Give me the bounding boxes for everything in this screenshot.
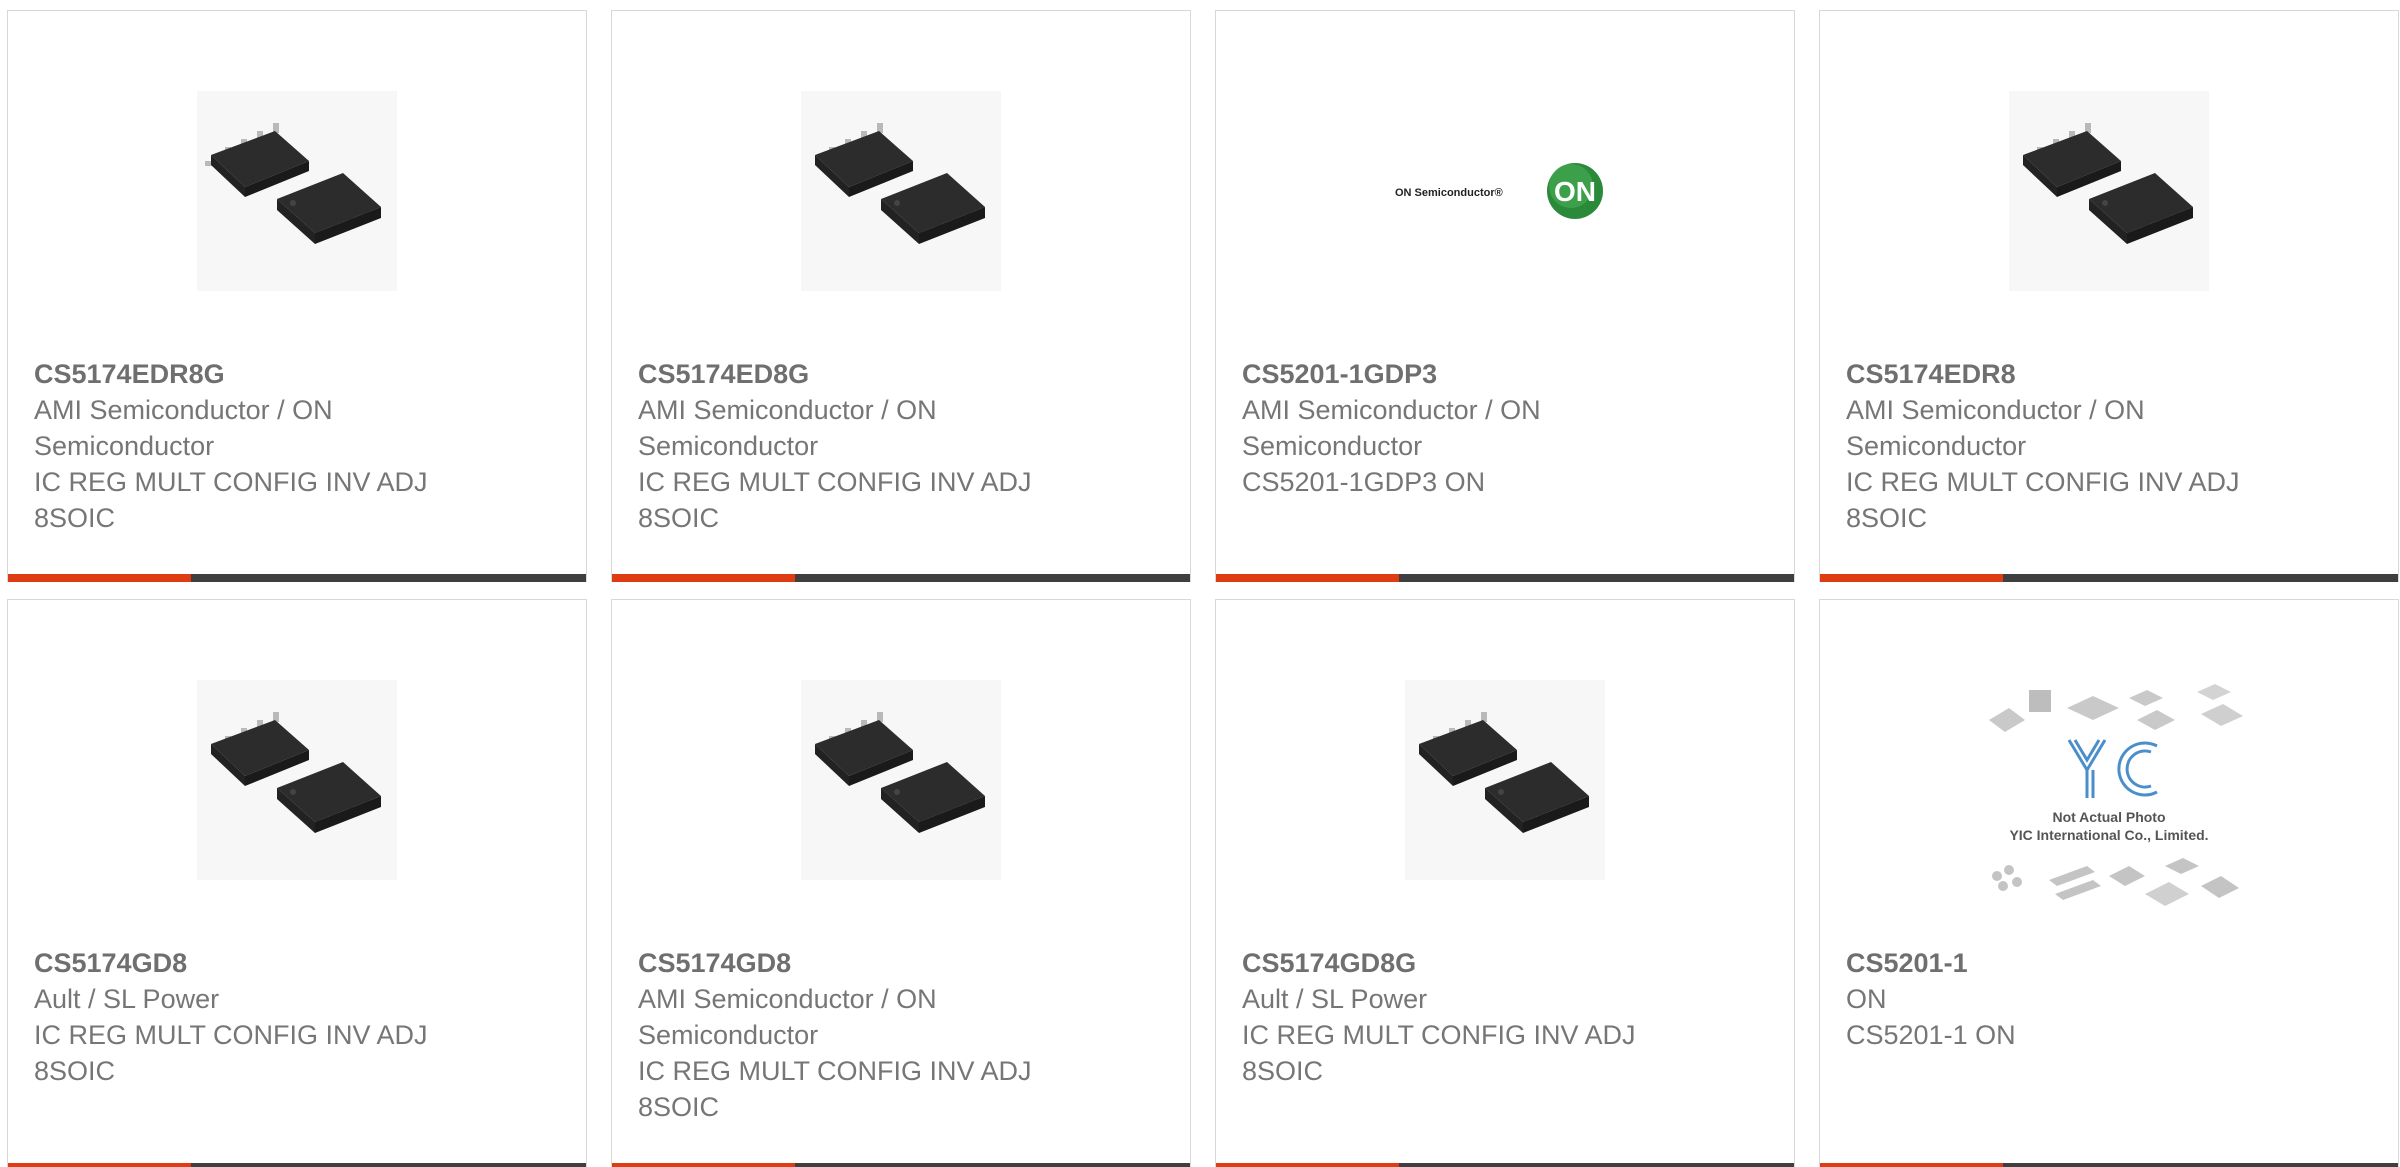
manufacturer-cont: Semiconductor: [1846, 431, 2027, 461]
on-badge-icon: ON: [1554, 176, 1596, 207]
part-number-link[interactable]: CS5201-1: [1846, 945, 2286, 981]
card-bottom-bar: [1216, 574, 1794, 582]
product-image[interactable]: [612, 51, 1190, 331]
manufacturer-cont: Semiconductor: [638, 1020, 819, 1050]
manufacturer-cont: Semiconductor: [638, 431, 819, 461]
manufacturer: AMI Semiconductor / ON: [1242, 395, 1541, 425]
description-cont: 8SOIC: [638, 1092, 720, 1122]
manufacturer: Ault / SL Power: [1242, 984, 1428, 1014]
part-number-link[interactable]: CS5174GD8: [34, 945, 474, 981]
on-semiconductor-logo: ON Semiconductor® ON: [1395, 163, 1603, 219]
product-card[interactable]: CS5174GD8 AMI Semiconductor / ON Semicon…: [611, 599, 1191, 1167]
product-image[interactable]: ON Semiconductor® ON: [1216, 51, 1794, 331]
product-info: CS5201-1 ON CS5201-1 ON: [1846, 945, 2286, 1053]
product-card[interactable]: ON Semiconductor® ON CS5201-1GDP3 AMI Se…: [1215, 10, 1795, 582]
product-info: CS5174EDR8 AMI Semiconductor / ON Semico…: [1846, 356, 2286, 536]
description-cont: 8SOIC: [638, 503, 720, 533]
product-card[interactable]: Not Actual Photo YIC International Co., …: [1819, 599, 2399, 1167]
product-card[interactable]: CS5174ED8G AMI Semiconductor / ON Semico…: [611, 10, 1191, 582]
product-card[interactable]: CS5174GD8 Ault / SL Power IC REG MULT CO…: [7, 599, 587, 1167]
product-image[interactable]: [8, 51, 586, 331]
manufacturer: AMI Semiconductor / ON: [638, 984, 937, 1014]
card-accent-bar: [8, 1163, 191, 1167]
product-image[interactable]: [1216, 640, 1794, 920]
product-info: CS5174EDR8G AMI Semiconductor / ON Semic…: [34, 356, 474, 536]
product-info: CS5201-1GDP3 AMI Semiconductor / ON Semi…: [1242, 356, 1682, 500]
description-cont: 8SOIC: [34, 503, 116, 533]
product-card[interactable]: CS5174EDR8G AMI Semiconductor / ON Semic…: [7, 10, 587, 582]
part-number-link[interactable]: CS5174GD8: [638, 945, 1078, 981]
part-number-link[interactable]: CS5174GD8G: [1242, 945, 1682, 981]
card-bottom-bar: [8, 574, 586, 582]
manufacturer: AMI Semiconductor / ON: [638, 395, 937, 425]
product-info: CS5174GD8 Ault / SL Power IC REG MULT CO…: [34, 945, 474, 1089]
description: CS5201-1GDP3 ON: [1242, 467, 1486, 497]
manufacturer-cont: Semiconductor: [34, 431, 215, 461]
logo-wordmark: ON Semiconductor®: [1395, 187, 1503, 199]
part-number-link[interactable]: CS5174EDR8G: [34, 356, 474, 392]
manufacturer: AMI Semiconductor / ON: [1846, 395, 2145, 425]
product-card[interactable]: CS5174GD8G Ault / SL Power IC REG MULT C…: [1215, 599, 1795, 1167]
description-cont: 8SOIC: [1242, 1056, 1324, 1086]
description: IC REG MULT CONFIG INV ADJ: [1846, 467, 2240, 497]
product-info: CS5174GD8G Ault / SL Power IC REG MULT C…: [1242, 945, 1682, 1089]
card-bottom-bar: [1820, 1163, 2398, 1167]
card-bottom-bar: [8, 1163, 586, 1167]
product-image[interactable]: [612, 640, 1190, 920]
card-bottom-bar: [1216, 1163, 1794, 1167]
description: IC REG MULT CONFIG INV ADJ: [34, 1020, 428, 1050]
soic8-chip-image: [197, 680, 397, 880]
description-cont: 8SOIC: [34, 1056, 116, 1086]
product-image[interactable]: [8, 640, 586, 920]
product-info: CS5174GD8 AMI Semiconductor / ON Semicon…: [638, 945, 1078, 1125]
card-bottom-bar: [612, 1163, 1190, 1167]
yic-company-label: YIC International Co., Limited.: [2009, 827, 2208, 843]
product-info: CS5174ED8G AMI Semiconductor / ON Semico…: [638, 356, 1078, 536]
soic8-chip-image: [1405, 680, 1605, 880]
description: IC REG MULT CONFIG INV ADJ: [34, 467, 428, 497]
product-image[interactable]: Not Actual Photo YIC International Co., …: [1820, 680, 2398, 920]
description: IC REG MULT CONFIG INV ADJ: [638, 1056, 1032, 1086]
soic8-chip-image: [801, 91, 1001, 291]
card-accent-bar: [612, 574, 795, 582]
card-bottom-bar: [1820, 574, 2398, 582]
description: CS5201-1 ON: [1846, 1020, 2016, 1050]
description-cont: 8SOIC: [1846, 503, 1928, 533]
product-image[interactable]: [1820, 51, 2398, 331]
card-accent-bar: [1216, 574, 1399, 582]
soic8-chip-image: [801, 680, 1001, 880]
not-actual-photo-label: Not Actual Photo: [2052, 809, 2165, 825]
part-number-link[interactable]: CS5174ED8G: [638, 356, 1078, 392]
soic8-chip-image: [197, 91, 397, 291]
card-accent-bar: [1820, 1163, 2003, 1167]
manufacturer: AMI Semiconductor / ON: [34, 395, 333, 425]
soic8-chip-image: [2009, 91, 2209, 291]
card-accent-bar: [1820, 574, 2003, 582]
description: IC REG MULT CONFIG INV ADJ: [638, 467, 1032, 497]
manufacturer: Ault / SL Power: [34, 984, 220, 1014]
card-bottom-bar: [612, 574, 1190, 582]
card-accent-bar: [612, 1163, 795, 1167]
manufacturer: ON: [1846, 984, 1887, 1014]
card-accent-bar: [1216, 1163, 1399, 1167]
yic-placeholder-image: Not Actual Photo YIC International Co., …: [1989, 684, 2243, 906]
manufacturer-cont: Semiconductor: [1242, 431, 1423, 461]
part-number-link[interactable]: CS5174EDR8: [1846, 356, 2286, 392]
description: IC REG MULT CONFIG INV ADJ: [1242, 1020, 1636, 1050]
part-number-link[interactable]: CS5201-1GDP3: [1242, 356, 1682, 392]
card-accent-bar: [8, 574, 191, 582]
product-card[interactable]: CS5174EDR8 AMI Semiconductor / ON Semico…: [1819, 10, 2399, 582]
product-grid: CS5174EDR8G AMI Semiconductor / ON Semic…: [0, 0, 2400, 1167]
